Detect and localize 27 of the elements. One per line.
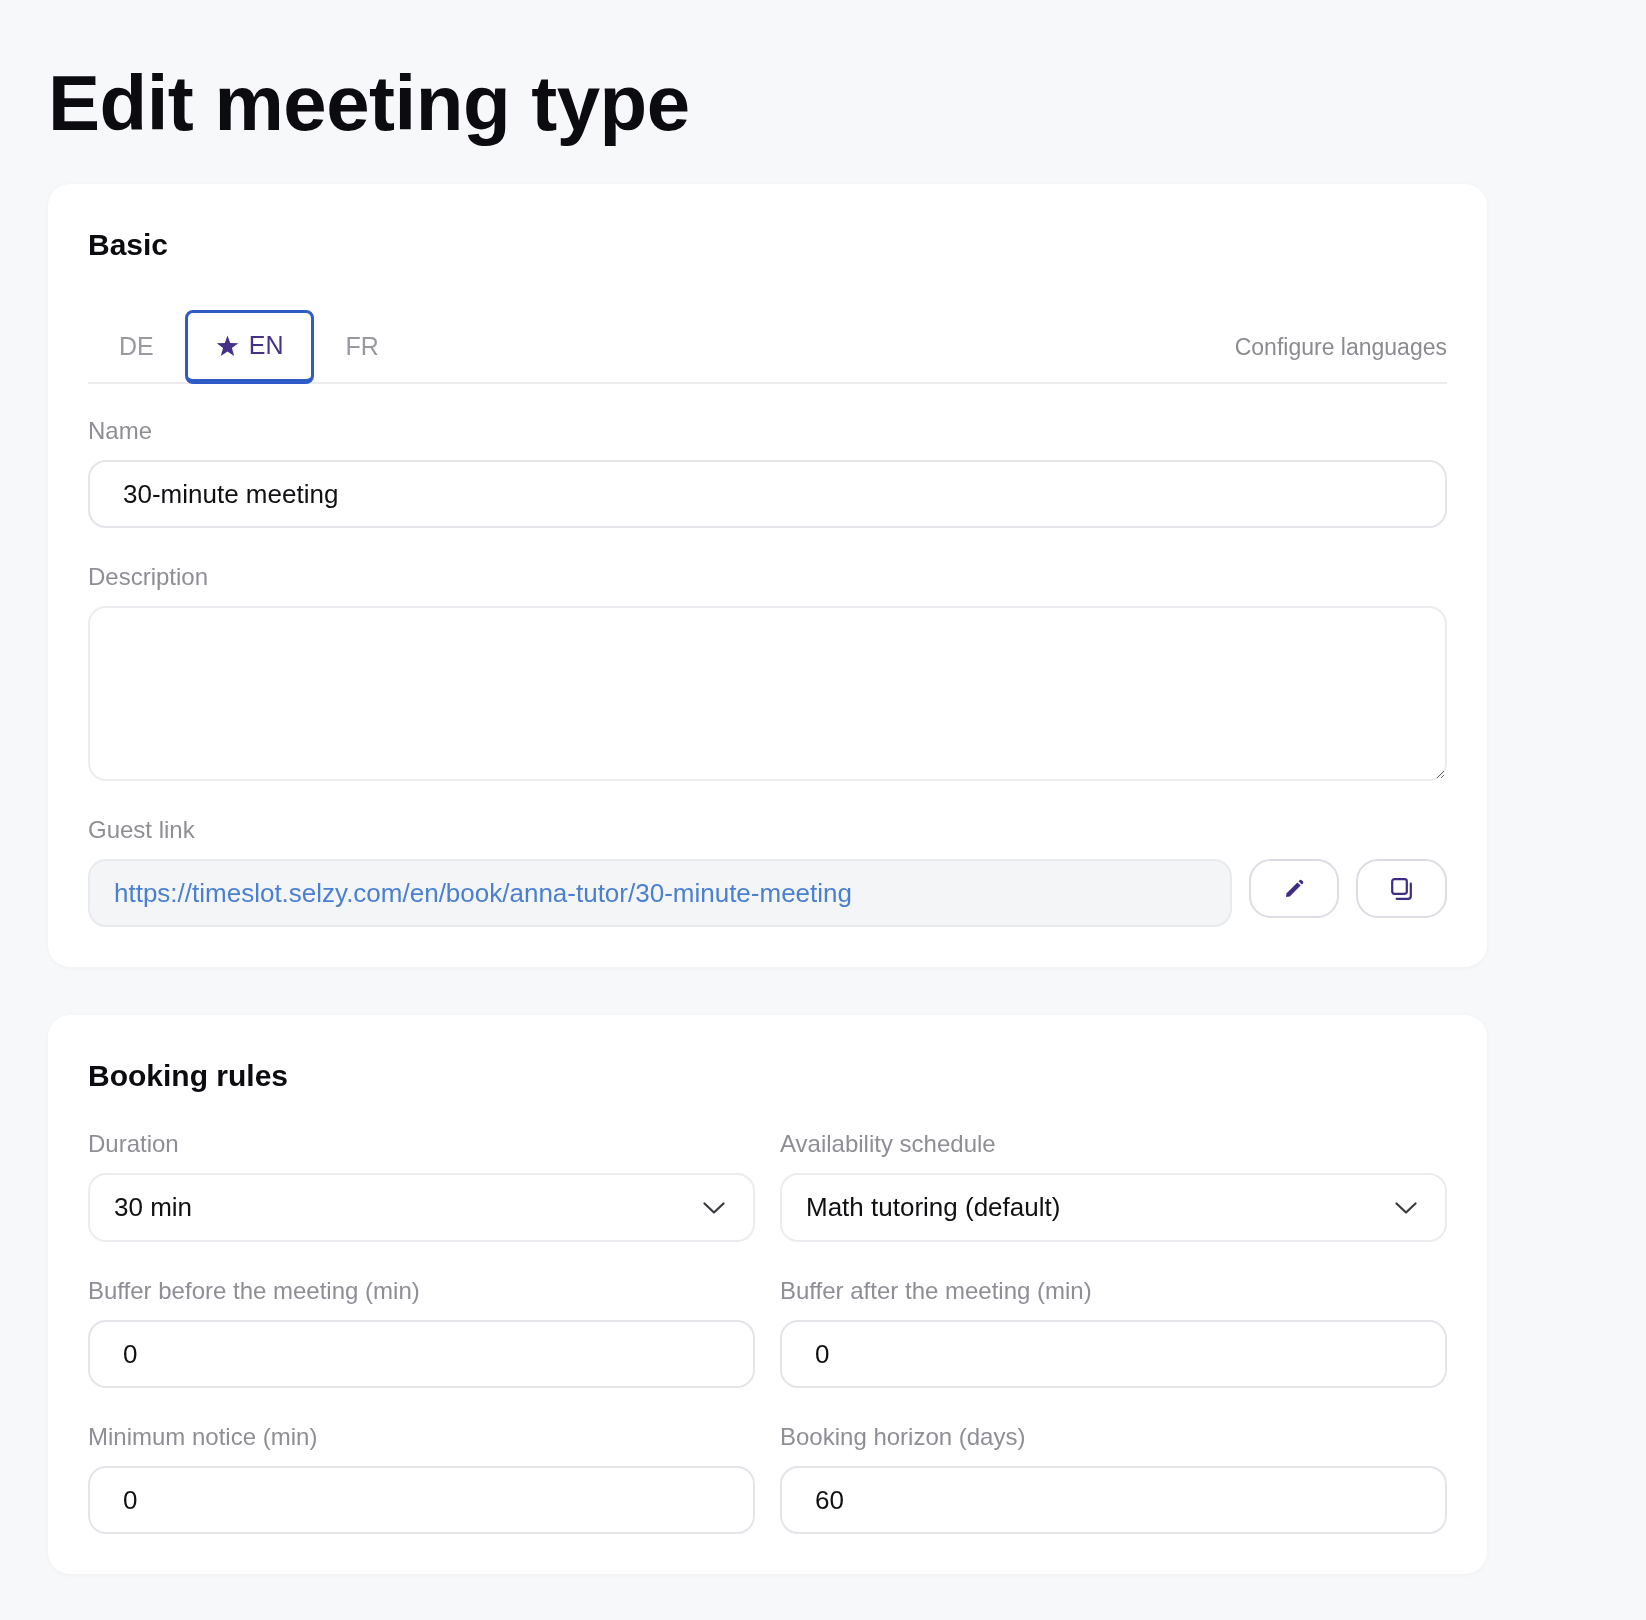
- field-label: Name: [88, 416, 154, 446]
- field-label: Buffer after the meeting (min): [780, 1276, 1093, 1306]
- number-input[interactable]: 0: [88, 1466, 755, 1534]
- chevron-down-icon: [703, 1201, 725, 1214]
- link-field[interactable]: https://timeslot.selzy.com/en/book/anna-tutor/30-minute-meeting: [88, 859, 1232, 927]
- text-input[interactable]: 30-minute meeting: [88, 460, 1447, 528]
- section-title: Booking rules: [88, 1058, 290, 1094]
- field-label: Buffer before the meeting (min): [88, 1276, 421, 1306]
- textarea-field[interactable]: [88, 606, 1447, 781]
- dropdown[interactable]: Math tutoring (default): [780, 1173, 1447, 1242]
- chevron-down-icon: [1395, 1201, 1417, 1214]
- copy-icon: [1390, 877, 1413, 900]
- pencil-icon: [1284, 878, 1304, 899]
- field-label: Description: [88, 562, 210, 592]
- edit-button[interactable]: [1249, 859, 1339, 918]
- dropdown[interactable]: 30 min: [88, 1173, 755, 1242]
- field-label: Booking horizon (days): [780, 1422, 1027, 1452]
- field-label: Minimum notice (min): [88, 1422, 319, 1452]
- number-input[interactable]: 0: [780, 1320, 1447, 1388]
- copy-button[interactable]: [1356, 859, 1447, 918]
- field-label: Availability schedule: [780, 1129, 997, 1159]
- section-title: Basic: [88, 227, 170, 263]
- number-input[interactable]: 60: [780, 1466, 1447, 1534]
- number-input[interactable]: 0: [88, 1320, 755, 1388]
- language-tab[interactable]: EN: [184, 310, 315, 384]
- field-label: Guest link: [88, 815, 196, 845]
- field-label: Duration: [88, 1129, 180, 1159]
